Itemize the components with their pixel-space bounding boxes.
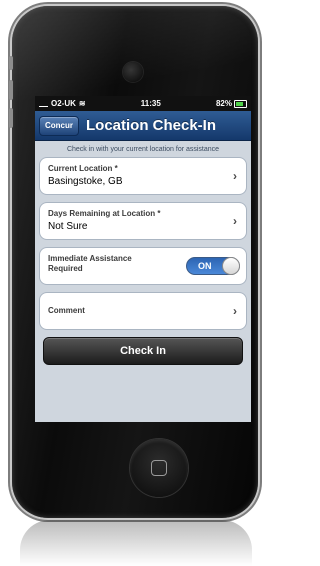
current-location-row[interactable]: Current Location * Basingstoke, GB › <box>39 157 247 195</box>
concur-button[interactable]: Concur <box>39 115 79 136</box>
comment-row[interactable]: Comment › <box>39 292 247 330</box>
front-camera <box>123 62 143 82</box>
signal-icon <box>39 101 48 107</box>
days-remaining-label: Days Remaining at Location * <box>48 209 161 218</box>
current-location-value: Basingstoke, GB <box>48 176 123 187</box>
wifi-icon: ≋ <box>78 99 86 108</box>
chevron-right-icon: › <box>233 304 237 318</box>
battery-percent: 82% <box>215 99 232 108</box>
days-remaining-value: Not Sure <box>48 221 88 232</box>
days-remaining-row[interactable]: Days Remaining at Location * Not Sure › <box>39 202 247 240</box>
app-screen: O2-UK ≋ 11:35 82% Concur Location Check-… <box>35 96 251 422</box>
status-bar: O2-UK ≋ 11:35 82% <box>35 96 251 111</box>
page-title: Location Check-In <box>86 117 217 134</box>
toggle-on-label: ON <box>198 261 212 271</box>
nav-bar: Concur Location Check-In <box>35 111 251 141</box>
comment-label: Comment <box>48 306 85 315</box>
check-in-button[interactable]: Check In <box>43 337 243 365</box>
toggle-knob <box>222 257 240 275</box>
battery-icon <box>233 99 247 108</box>
current-location-label: Current Location * <box>48 164 118 173</box>
clock: 11:35 <box>140 99 161 108</box>
immediate-assistance-label: Immediate Assistance Required <box>48 254 132 273</box>
immediate-assistance-row: Immediate Assistance Required ON <box>39 247 247 285</box>
carrier-name: O2-UK <box>51 99 76 108</box>
chevron-right-icon: › <box>233 169 237 183</box>
home-button[interactable] <box>130 439 188 497</box>
instruction-text: Check in with your current location for … <box>66 146 220 153</box>
chevron-right-icon: › <box>233 214 237 228</box>
volume-up-button <box>9 80 13 100</box>
home-square-icon <box>151 460 167 476</box>
mute-switch <box>9 56 13 70</box>
assistance-toggle[interactable]: ON <box>186 257 240 275</box>
phone-reflection <box>20 520 252 566</box>
volume-down-button <box>9 108 13 128</box>
